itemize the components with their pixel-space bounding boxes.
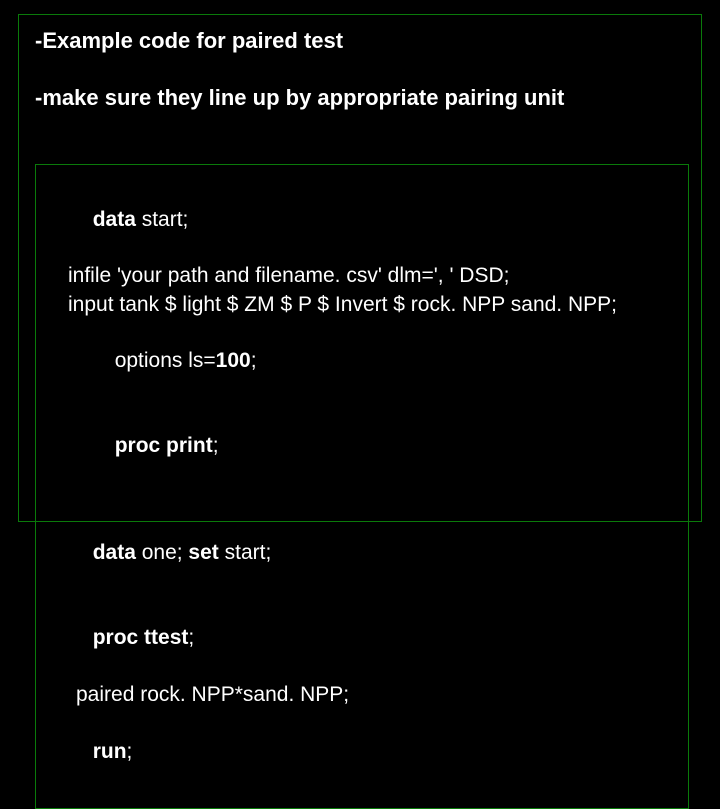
- kw-proc-print: proc print: [115, 434, 213, 457]
- code-line-9: run;: [46, 709, 678, 794]
- slide: -Example code for paired test -make sure…: [0, 0, 720, 540]
- heading-line-2: -make sure they line up by appropriate p…: [35, 84, 689, 113]
- txt: options ls=: [115, 349, 216, 372]
- kw-data: data: [93, 208, 136, 231]
- code-block: data start; infile 'your path and filena…: [35, 164, 689, 809]
- code-line-8: paired rock. NPP*sand. NPP;: [46, 681, 678, 709]
- code-gap: [46, 489, 678, 511]
- heading-line-1: -Example code for paired test: [35, 27, 689, 56]
- txt: ;: [251, 349, 257, 372]
- slide-outer-border: -Example code for paired test -make sure…: [18, 14, 702, 522]
- kw-set: set: [188, 541, 218, 564]
- code-line-6: data one; set start;: [46, 511, 678, 596]
- code-line-3: input tank $ light $ ZM $ P $ Invert $ r…: [46, 291, 678, 319]
- txt: ;: [127, 740, 133, 763]
- txt: start;: [219, 541, 272, 564]
- code-line-2: infile 'your path and filename. csv' dlm…: [46, 262, 678, 290]
- kw-data: data: [93, 541, 136, 564]
- num: 100: [216, 349, 251, 372]
- txt: ;: [213, 434, 219, 457]
- txt: ;: [188, 626, 194, 649]
- txt: one;: [136, 541, 189, 564]
- code-line-1: data start;: [46, 177, 678, 262]
- kw-proc-ttest: proc ttest: [93, 626, 189, 649]
- code-line-4: options ls=100;: [46, 319, 678, 404]
- txt: start;: [136, 208, 189, 231]
- kw-run: run: [93, 740, 127, 763]
- code-line-7: proc ttest;: [46, 596, 678, 681]
- code-line-5: proc print;: [46, 404, 678, 489]
